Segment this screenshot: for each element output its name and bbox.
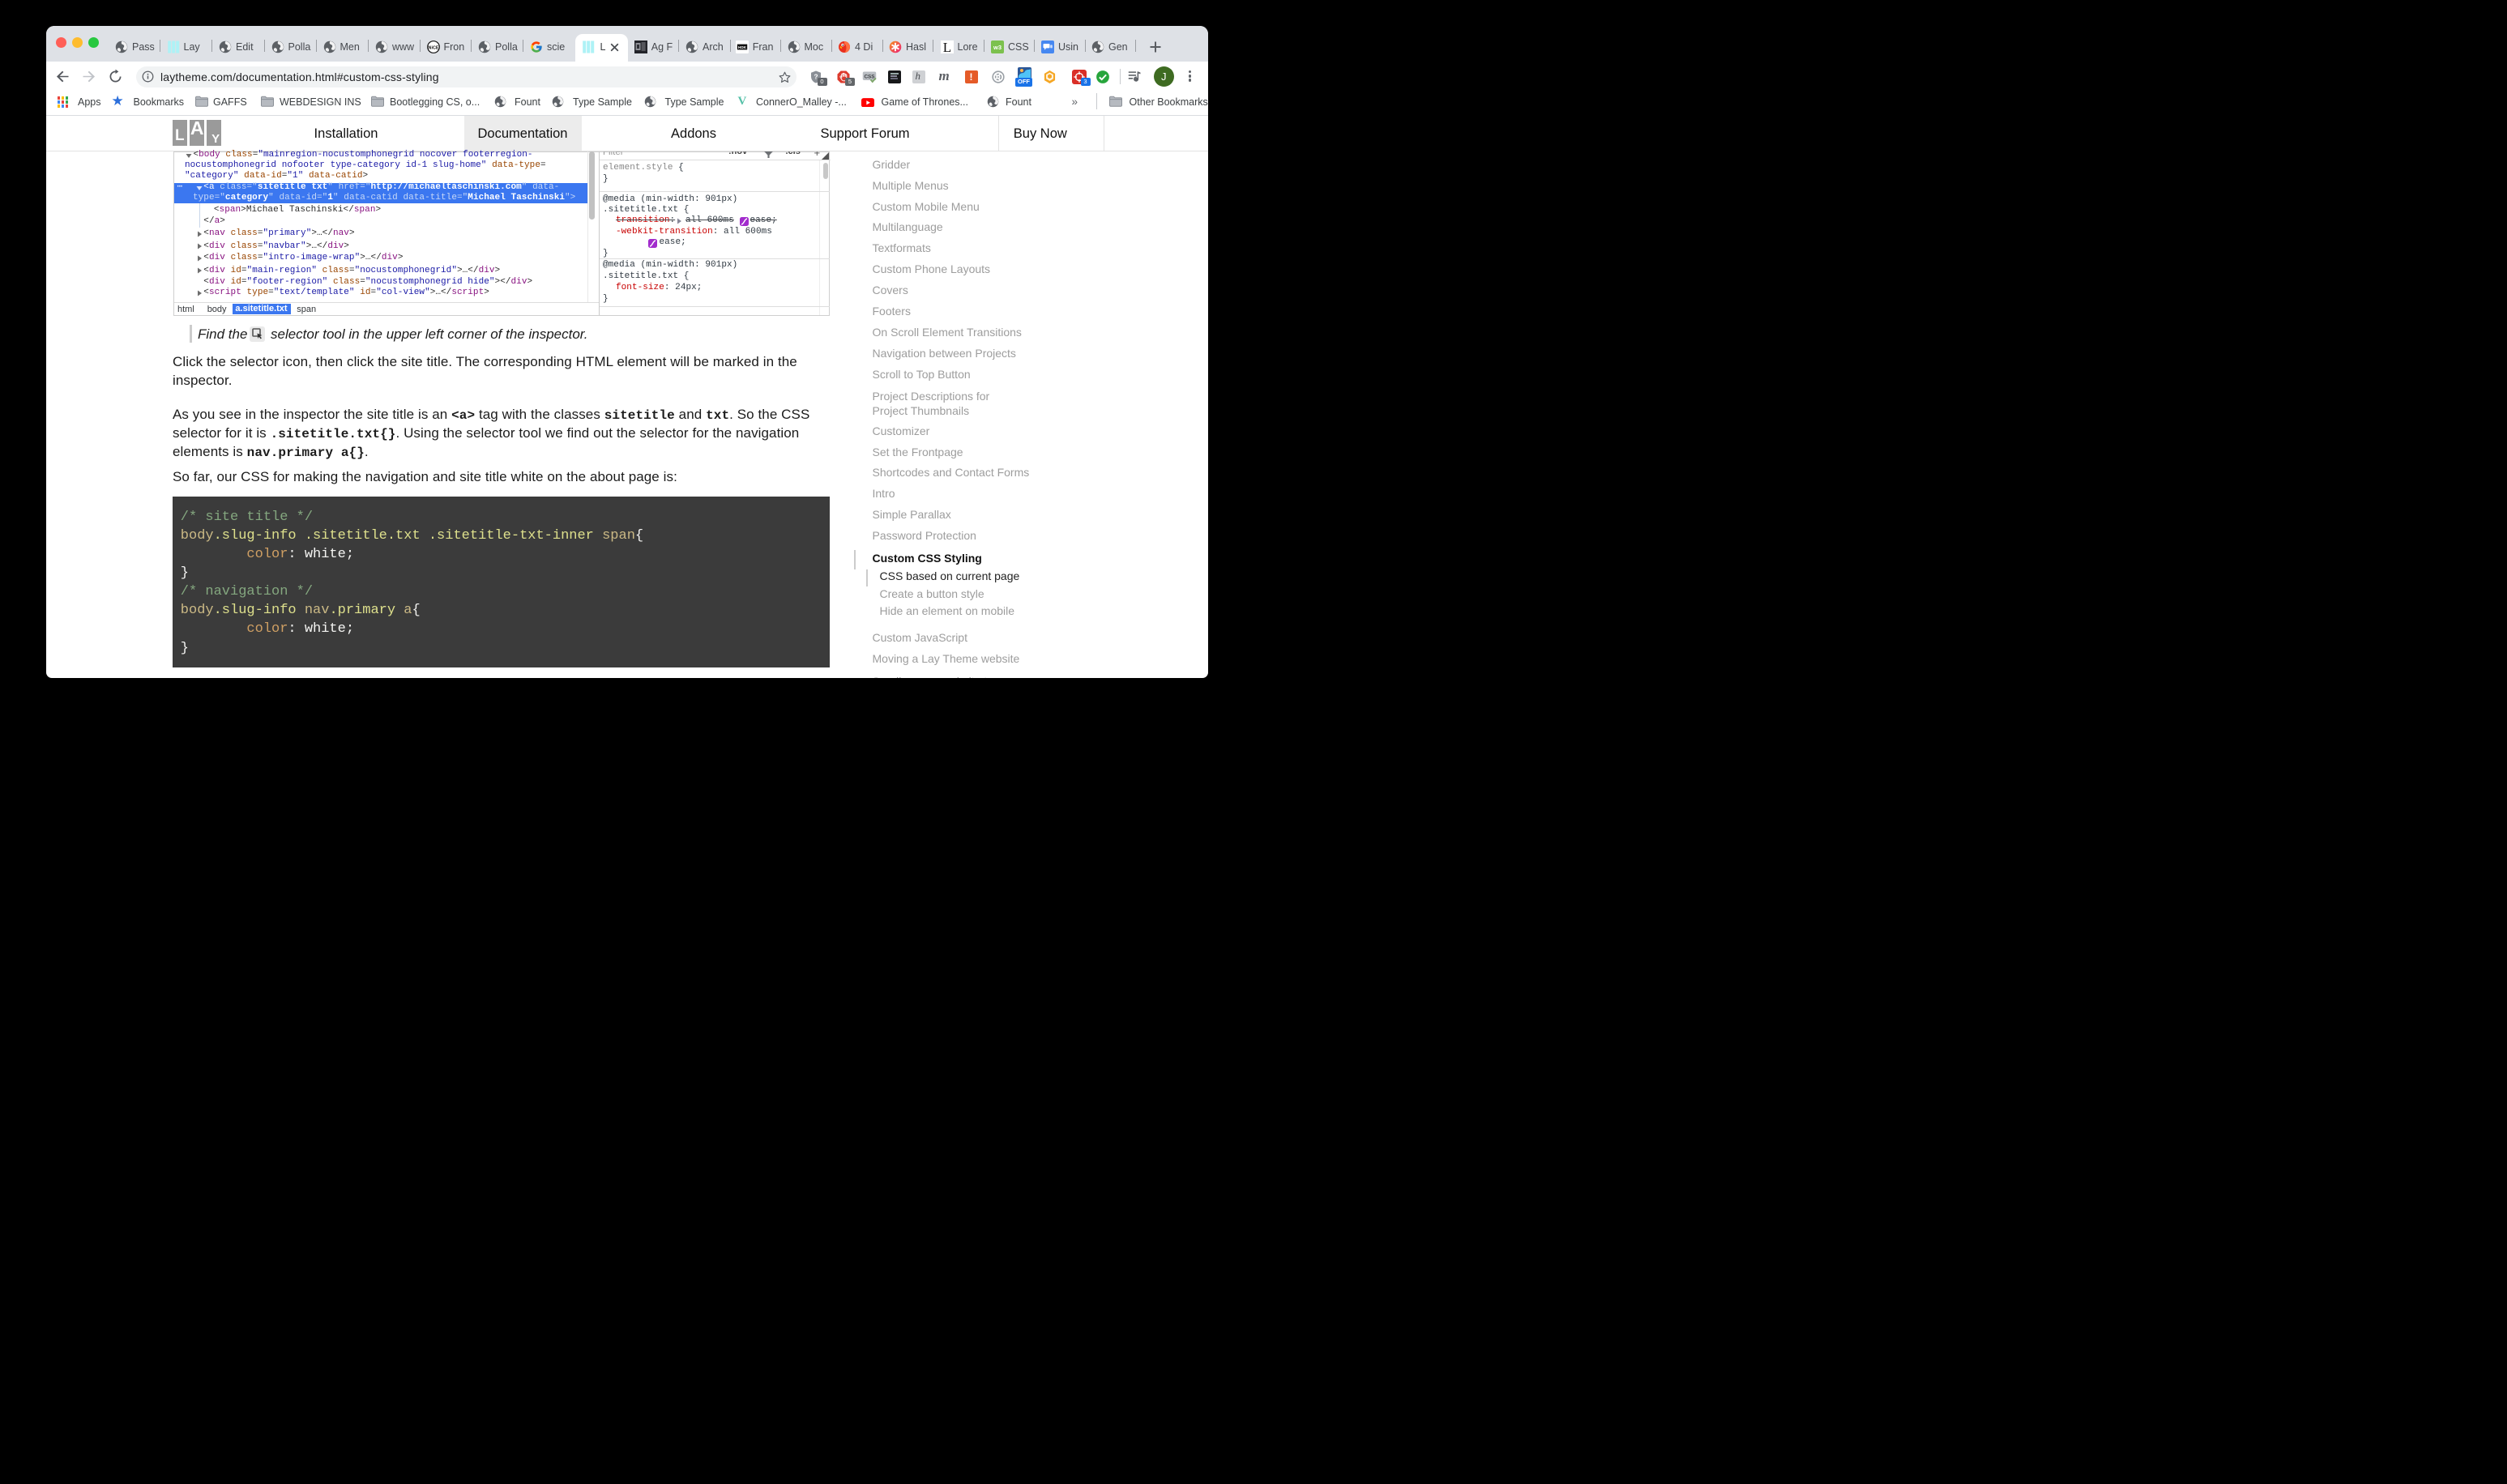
svg-text:HDK: HDK bbox=[738, 45, 747, 49]
svg-text:NiCE: NiCE bbox=[428, 45, 438, 50]
svg-text:CSS: CSS bbox=[864, 75, 874, 80]
svg-text:L: L bbox=[942, 41, 950, 53]
svg-text:w3: w3 bbox=[993, 44, 1002, 51]
